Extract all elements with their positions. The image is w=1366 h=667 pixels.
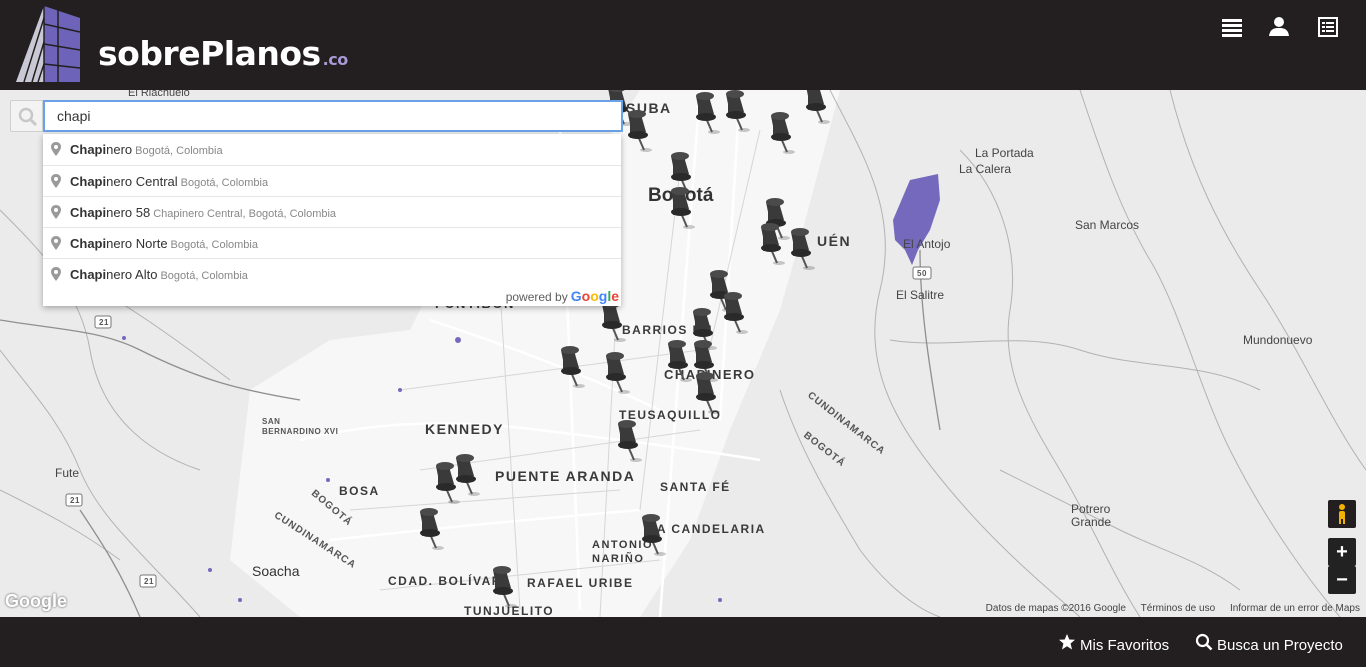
suggestion-match: Chapi <box>70 236 107 251</box>
map-marker-icon <box>51 174 61 188</box>
footer: Mis Favoritos Busca un Proyecto <box>0 617 1366 667</box>
map-label: PUENTE ARANDA <box>495 468 636 484</box>
project-pin-icon[interactable] <box>487 566 521 610</box>
map-label: El Riachuelo <box>128 90 190 99</box>
report-error-link[interactable]: Informar de un error de Maps <box>1230 603 1360 614</box>
project-pin-icon[interactable] <box>596 300 630 344</box>
document-icon[interactable] <box>1315 14 1341 40</box>
project-pin-icon[interactable] <box>765 112 799 156</box>
map-label: El Antojo <box>903 237 951 251</box>
map-marker-icon <box>51 142 61 156</box>
project-pin-icon[interactable] <box>718 292 752 336</box>
map-label: La Calera <box>959 162 1012 176</box>
suggestion-item[interactable]: Chapinero 58 Chapinero Central, Bogotá, C… <box>43 196 621 227</box>
suggestion-secondary: Bogotá, Colombia <box>180 177 269 189</box>
google-brand: Google <box>570 288 619 304</box>
suggestion-item[interactable]: Chapinero Bogotá, Colombia <box>43 134 621 165</box>
route-shield-label: 21 <box>99 318 109 327</box>
project-pin-icon[interactable] <box>755 223 789 267</box>
suggestion-match: Chapi <box>70 205 107 220</box>
map-label: El Salitre <box>896 288 945 302</box>
header: sobrePlanos .co <box>0 0 1366 90</box>
suggestion-item[interactable]: Chapinero Central Bogotá, Colombia <box>43 165 621 196</box>
autocomplete-dropdown: Chapinero Bogotá, Colombia Chapinero Cent… <box>43 134 621 306</box>
zoom-in-button[interactable]: + <box>1328 538 1356 566</box>
suggestion-secondary: Chapinero Central, Bogotá, Colombia <box>153 208 337 220</box>
search-icon <box>1195 633 1213 651</box>
project-pin-icon[interactable] <box>600 352 634 396</box>
project-pin-icon[interactable] <box>665 187 699 231</box>
suggestion-rest: nero Central <box>106 174 178 189</box>
terms-link[interactable]: Términos de uso <box>1141 603 1215 614</box>
zoom-out-button[interactable]: − <box>1328 566 1356 594</box>
project-pin-icon[interactable] <box>785 228 819 272</box>
map-label: RAFAEL URIBE <box>527 576 634 590</box>
map-label: Mundonuevo <box>1243 333 1313 347</box>
project-pin-icon[interactable] <box>612 420 646 464</box>
suggestion-secondary: Bogotá, Colombia <box>135 145 223 157</box>
logo[interactable]: sobrePlanos .co <box>14 4 348 84</box>
suggestion-rest: nero <box>106 142 133 157</box>
suggestion-match: Chapi <box>70 267 107 282</box>
list-icon[interactable] <box>1219 14 1245 40</box>
logo-tld: .co <box>322 50 349 69</box>
suggestion-secondary: Bogotá, Colombia <box>160 270 248 282</box>
map-label: Soacha <box>252 563 300 579</box>
suggestion-match: Chapi <box>70 142 107 157</box>
suggestion-item[interactable]: Chapinero Alto Bogotá, Colombia <box>43 258 621 289</box>
search-project-label: Busca un Proyecto <box>1217 637 1343 654</box>
search-box <box>10 100 623 132</box>
search-icon[interactable] <box>10 100 43 132</box>
map-label: Fute <box>55 466 80 480</box>
logo-building-icon <box>16 6 81 83</box>
location-search-input[interactable] <box>43 100 623 132</box>
project-pin-icon[interactable] <box>555 346 589 390</box>
map-label: BOSA <box>339 484 380 498</box>
suggestion-match: Chapi <box>70 174 107 189</box>
favorites-label: Mis Favoritos <box>1080 637 1170 654</box>
powered-by-google: powered by Google <box>505 288 619 304</box>
suggestion-rest: nero Norte <box>106 236 168 251</box>
map-label: SAN BERNARDINO XVI <box>262 417 339 436</box>
map-label: KENNEDY <box>425 421 504 437</box>
route-shield-label: 21 <box>144 577 154 586</box>
project-pin-icon[interactable] <box>414 508 448 552</box>
map-marker-icon <box>51 205 61 219</box>
route-shield-label: 21 <box>70 496 80 505</box>
suggestion-rest: nero Alto <box>106 267 158 282</box>
map-marker-icon <box>51 267 61 281</box>
google-logo[interactable]: Google <box>5 591 67 612</box>
map-data-credit: Datos de mapas ©2016 Google <box>985 603 1126 614</box>
pegman-icon[interactable] <box>1328 500 1356 528</box>
map-label: La Portada <box>975 146 1034 160</box>
project-pin-icon[interactable] <box>800 90 834 126</box>
project-pin-icon[interactable] <box>690 372 724 416</box>
suggestion-rest: nero 58 <box>106 205 151 220</box>
project-pin-icon[interactable] <box>690 92 724 136</box>
suggestion-item[interactable]: Chapinero Norte Bogotá, Colombia <box>43 227 621 258</box>
map-marker-icon <box>51 236 61 250</box>
suggestion-secondary: Bogotá, Colombia <box>170 239 258 251</box>
map-label: San Marcos <box>1075 218 1140 232</box>
map-label: Potrero Grande <box>1071 502 1112 529</box>
map-label: SANTA FÉ <box>660 480 731 494</box>
star-icon <box>1059 634 1075 650</box>
user-icon[interactable] <box>1266 14 1292 40</box>
project-pin-icon[interactable] <box>720 90 754 134</box>
project-pin-icon[interactable] <box>622 110 656 154</box>
project-pin-icon[interactable] <box>636 514 670 558</box>
project-pin-icon[interactable] <box>450 454 484 498</box>
map-label: UÉN <box>817 233 852 249</box>
route-shield-label: 50 <box>917 269 927 278</box>
map-label: CDAD. BOLÍVAR <box>388 574 502 588</box>
map-attribution: Datos de mapas ©2016 Google Términos de … <box>974 603 1360 614</box>
logo-text: sobrePlanos .co <box>98 34 348 73</box>
